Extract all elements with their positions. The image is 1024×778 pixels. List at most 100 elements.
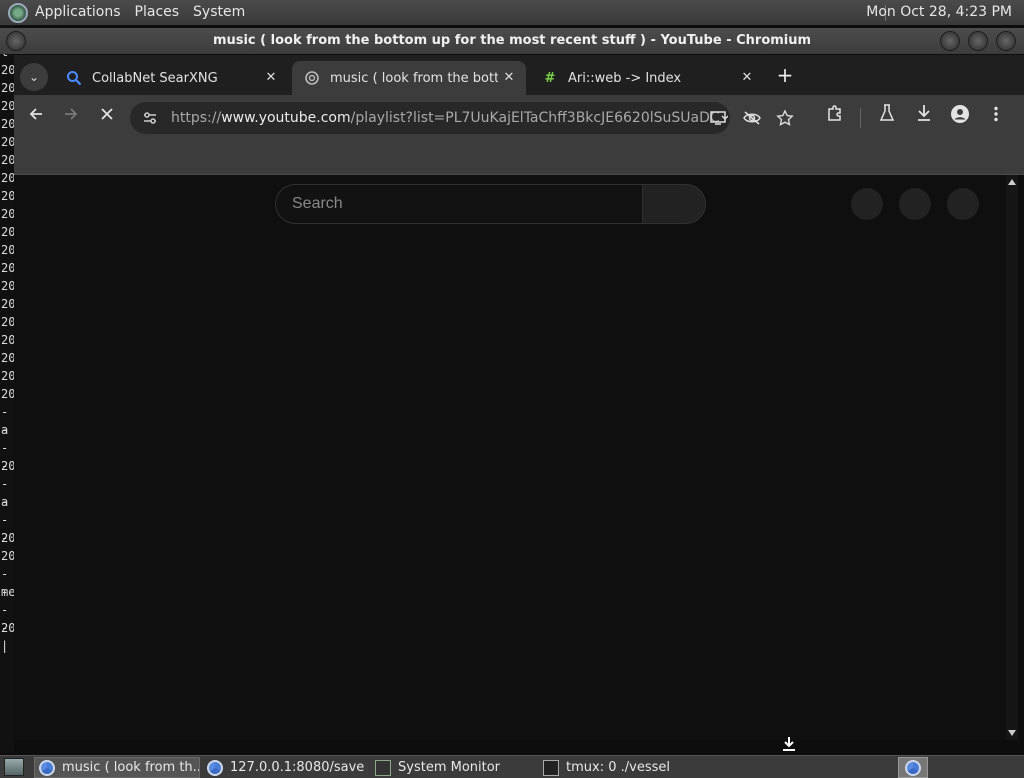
url-text[interactable]: https://www.youtube.com/playlist?list=PL… <box>171 102 720 134</box>
applications-logo-icon[interactable] <box>8 2 28 23</box>
toolbar-separator <box>860 108 861 128</box>
terminal-line: 20 <box>1 81 14 95</box>
terminal-line: 20 <box>1 135 14 149</box>
task-localhost-save[interactable]: 127.0.0.1:8080/save ... <box>203 757 368 778</box>
terminal-line: 20 <box>1 387 14 401</box>
close-icon <box>101 108 113 120</box>
terminal-line: a <box>1 495 9 509</box>
window-menu-button[interactable] <box>6 31 26 51</box>
terminal-line: 20 <box>1 297 14 311</box>
new-tab-button[interactable]: + <box>772 63 798 89</box>
terminal-line: | <box>1 639 9 653</box>
menu-system[interactable]: System <box>186 0 252 25</box>
profile-icon <box>951 105 969 123</box>
terminal-line: -- <box>1 603 9 635</box>
terminal-line: 20 <box>1 99 14 113</box>
menu-button[interactable] <box>983 104 1009 130</box>
star-icon[interactable] <box>776 109 794 131</box>
terminal-line: a <box>1 423 9 437</box>
browser-toolbar: https://www.youtube.com/playlist?list=PL… <box>14 95 1024 140</box>
menu-places[interactable]: Places <box>128 0 187 25</box>
back-button[interactable] <box>23 104 49 130</box>
tab-title: Ari::web -> Index <box>568 70 682 86</box>
youtube-search-button[interactable] <box>642 184 706 224</box>
terminal-line: -- <box>1 405 9 437</box>
tab-youtube-playlist[interactable]: music ( look from the bottom up for the … <box>292 61 526 95</box>
tab-search-button[interactable]: ⌄ <box>20 63 48 91</box>
panel-clock[interactable]: Mon Oct 28, 4:23 PM <box>866 0 1012 25</box>
terminal-line: 20 <box>1 63 14 77</box>
terminal-line: -- <box>1 441 9 473</box>
task-label: 127.0.0.1:8080/save ... <box>230 760 368 775</box>
terminal-line: 20 <box>1 459 14 473</box>
forward-button[interactable] <box>58 104 84 130</box>
terminal-line: 20 <box>1 189 14 203</box>
search-icon <box>66 70 82 86</box>
terminal-line: -- <box>1 477 9 509</box>
eye-off-icon[interactable] <box>742 110 762 130</box>
page-content: Search <box>14 175 1018 740</box>
create-button[interactable] <box>851 188 883 220</box>
url-path: /playlist?list=PL7UuKajElTaChff3BkcJE662… <box>350 110 720 126</box>
install-app-icon[interactable] <box>710 110 729 130</box>
tab-searxng[interactable]: CollabNet SearXNG ✕ <box>54 61 288 95</box>
stop-loading-button[interactable] <box>94 104 120 130</box>
terminal-line: -- <box>1 567 9 599</box>
extensions-button[interactable] <box>822 104 848 130</box>
url-host: www.youtube.com <box>221 110 351 126</box>
terminal-line: 20 <box>1 279 14 293</box>
terminal-icon <box>543 759 559 776</box>
close-tab-icon[interactable]: ✕ <box>738 69 756 87</box>
arrow-right-icon <box>65 108 78 120</box>
minimize-button[interactable] <box>940 31 960 51</box>
task-label: tmux: 0 ./vessel <box>566 760 670 775</box>
scroll-down-icon[interactable] <box>1008 730 1016 736</box>
terminal-line: 20 <box>1 369 14 383</box>
task-tmux[interactable]: tmux: 0 ./vessel <box>539 757 704 778</box>
terminal-line: 20 <box>1 171 14 185</box>
address-bar[interactable]: https://www.youtube.com/playlist?list=PL… <box>130 102 794 134</box>
chromium-icon <box>905 759 921 776</box>
top-panel: Applications Places System Mon Oct 28, 4… <box>0 0 1024 25</box>
tab-strip: ⌄ CollabNet SearXNG ✕ music ( look from … <box>14 55 1024 95</box>
close-tab-icon[interactable]: ✕ <box>262 69 280 87</box>
terminal-line: 20 <box>1 621 14 635</box>
background-terminal-strip: ft20202020202020202020202020202020202020… <box>0 25 14 753</box>
maximize-button[interactable] <box>968 31 988 51</box>
menu-applications[interactable]: Applications <box>28 0 128 25</box>
close-window-button[interactable] <box>996 31 1016 51</box>
puzzle-icon <box>828 105 841 121</box>
terminal-line: 20 <box>1 261 14 275</box>
site-info-icon[interactable] <box>142 110 158 130</box>
more-vertical-icon <box>994 106 998 122</box>
bookmark-bar <box>14 140 1024 175</box>
tab-title: music ( look from the bottom up for the … <box>330 70 498 86</box>
profile-button[interactable] <box>947 104 973 130</box>
chromium-icon <box>39 759 55 776</box>
tab-title: CollabNet SearXNG <box>92 70 218 86</box>
window-title: music ( look from the bottom up for the … <box>212 33 812 48</box>
tab-ari-web[interactable]: # Ari::web -> Index ✕ <box>530 61 764 95</box>
page-scrollbar[interactable] <box>1006 175 1018 740</box>
task-system-monitor[interactable]: System Monitor <box>371 757 536 778</box>
tray-chromium-icon[interactable] <box>898 757 928 778</box>
window-titlebar[interactable]: music ( look from the bottom up for the … <box>0 28 1024 54</box>
labs-button[interactable] <box>874 104 900 130</box>
url-scheme: https:// <box>171 110 222 126</box>
task-music-youtube[interactable]: music ( look from th... <box>34 757 200 778</box>
notifications-button[interactable] <box>899 188 931 220</box>
terminal-line: 20 <box>1 117 14 131</box>
chromium-icon <box>207 759 223 776</box>
downloads-button[interactable] <box>911 104 937 130</box>
youtube-search-input[interactable]: Search <box>275 184 642 224</box>
terminal-line: 20 <box>1 225 14 239</box>
show-desktop-button[interactable] <box>4 758 24 776</box>
download-indicator-icon[interactable] <box>780 736 798 752</box>
avatar[interactable] <box>947 188 979 220</box>
close-tab-icon[interactable]: ✕ <box>500 69 518 87</box>
terminal-line: 20 <box>1 333 14 347</box>
scroll-up-icon[interactable] <box>1008 179 1016 185</box>
terminal-line: 20 <box>1 207 14 221</box>
terminal-line: 20 <box>1 549 14 563</box>
terminal-line: -- <box>1 513 9 545</box>
